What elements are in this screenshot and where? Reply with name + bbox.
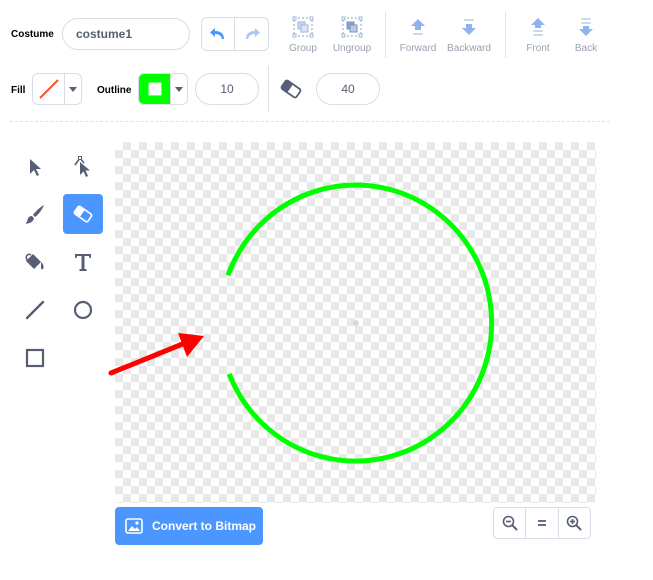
eraser-icon (73, 205, 93, 223)
undo-arrow-icon (210, 28, 224, 39)
chevron-down-icon (175, 86, 183, 92)
forward-icon (411, 19, 425, 35)
outline-color-picker[interactable] (138, 73, 188, 105)
undo-redo-group (201, 17, 269, 51)
outline-square-icon (148, 82, 161, 96)
costume-label: Costume (11, 29, 54, 40)
arrow-cursor-icon (30, 159, 41, 176)
zoom-out-button[interactable] (494, 508, 525, 538)
circle-tool[interactable] (63, 290, 103, 330)
back-label: Back (574, 43, 598, 54)
fill-dropdown-caret[interactable] (65, 74, 81, 104)
select-tool[interactable] (15, 147, 55, 187)
backward-label: Backward (447, 43, 491, 54)
eraser-tool[interactable] (63, 194, 103, 234)
paint-bucket-icon (25, 253, 44, 270)
zoom-in-button[interactable] (557, 508, 590, 538)
line-tool[interactable] (15, 290, 55, 330)
back-button[interactable]: Back (554, 16, 618, 54)
backward-icon (462, 19, 476, 35)
zoom-out-icon (502, 515, 518, 531)
costume-name-input[interactable] (62, 18, 190, 50)
group-label: Group (289, 43, 317, 54)
front-icon (531, 18, 545, 36)
rectangle-icon (25, 348, 45, 368)
brush-icon (25, 205, 44, 224)
fill-label: Fill (11, 85, 26, 96)
reshape-cursor-icon (74, 156, 90, 177)
fill-swatch[interactable] (33, 74, 65, 104)
line-icon (25, 300, 45, 320)
no-fill-icon (38, 79, 59, 99)
ungroup-icon (341, 16, 363, 38)
fill-tool[interactable] (15, 242, 55, 282)
brush-tool[interactable] (15, 194, 55, 234)
outline-label: Outline (97, 85, 132, 96)
redo-arrow-icon (245, 28, 260, 39)
ungroup-label: Ungroup (332, 43, 372, 54)
zoom-reset-button[interactable] (525, 508, 557, 538)
zoom-in-icon (567, 515, 582, 531)
paint-canvas[interactable] (115, 142, 596, 503)
fill-color-picker[interactable] (32, 73, 82, 105)
circle-icon (73, 300, 93, 320)
text-tool[interactable] (63, 242, 103, 282)
toolbar-divider (268, 66, 269, 112)
redo-button[interactable] (235, 18, 268, 50)
convert-to-bitmap-label: Convert to Bitmap (152, 519, 257, 533)
outline-swatch[interactable] (139, 74, 171, 104)
convert-to-bitmap-button[interactable]: Convert to Bitmap (115, 507, 263, 545)
outline-width-input[interactable] (195, 73, 259, 105)
image-icon (125, 518, 143, 534)
text-t-icon (75, 254, 91, 271)
eraser-size-input[interactable] (316, 73, 380, 105)
front-label: Front (526, 43, 550, 54)
back-icon (579, 18, 593, 36)
eraser-size-icon (280, 79, 302, 99)
backward-button[interactable]: Backward (437, 16, 501, 54)
section-divider (10, 121, 610, 122)
outline-dropdown-caret[interactable] (171, 74, 187, 104)
group-icon (292, 16, 314, 38)
undo-button[interactable] (202, 18, 236, 50)
chevron-down-icon (69, 86, 77, 92)
zoom-reset-icon (537, 520, 546, 526)
forward-label: Forward (399, 43, 437, 54)
ungroup-button[interactable]: Ungroup (320, 16, 384, 54)
reshape-tool[interactable] (63, 147, 103, 187)
zoom-controls (493, 507, 591, 539)
rectangle-tool[interactable] (15, 338, 55, 378)
